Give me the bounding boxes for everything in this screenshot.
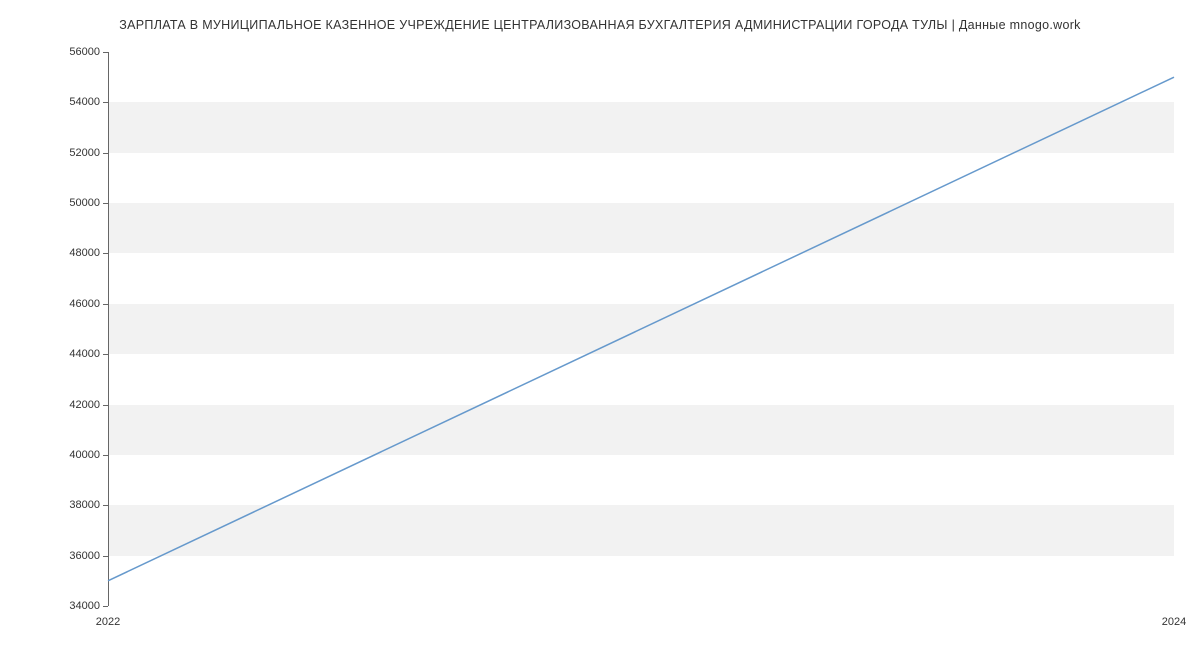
chart-svg: [108, 52, 1174, 606]
y-tick-label: 54000: [69, 96, 100, 108]
y-tick-label: 48000: [69, 247, 100, 259]
y-tick-mark: [103, 52, 108, 53]
y-tick-mark: [103, 606, 108, 607]
y-tick-label: 38000: [69, 499, 100, 511]
data-line: [108, 77, 1174, 581]
y-tick-mark: [103, 153, 108, 154]
y-tick-mark: [103, 455, 108, 456]
y-tick-label: 40000: [69, 449, 100, 461]
chart-title: ЗАРПЛАТА В МУНИЦИПАЛЬНОЕ КАЗЕННОЕ УЧРЕЖД…: [0, 18, 1200, 32]
x-tick-label: 2022: [96, 616, 120, 628]
y-tick-label: 34000: [69, 600, 100, 612]
y-tick-mark: [103, 354, 108, 355]
y-tick-mark: [103, 203, 108, 204]
y-tick-label: 36000: [69, 550, 100, 562]
y-tick-label: 42000: [69, 399, 100, 411]
y-tick-label: 56000: [69, 46, 100, 58]
y-tick-label: 44000: [69, 348, 100, 360]
plot-area: 3400036000380004000042000440004600048000…: [108, 52, 1174, 606]
x-tick-label: 2024: [1162, 616, 1186, 628]
y-tick-mark: [103, 253, 108, 254]
y-tick-mark: [103, 102, 108, 103]
y-tick-mark: [103, 556, 108, 557]
y-tick-mark: [103, 505, 108, 506]
y-tick-label: 50000: [69, 197, 100, 209]
y-tick-mark: [103, 405, 108, 406]
y-tick-label: 46000: [69, 298, 100, 310]
y-tick-mark: [103, 304, 108, 305]
y-tick-label: 52000: [69, 147, 100, 159]
